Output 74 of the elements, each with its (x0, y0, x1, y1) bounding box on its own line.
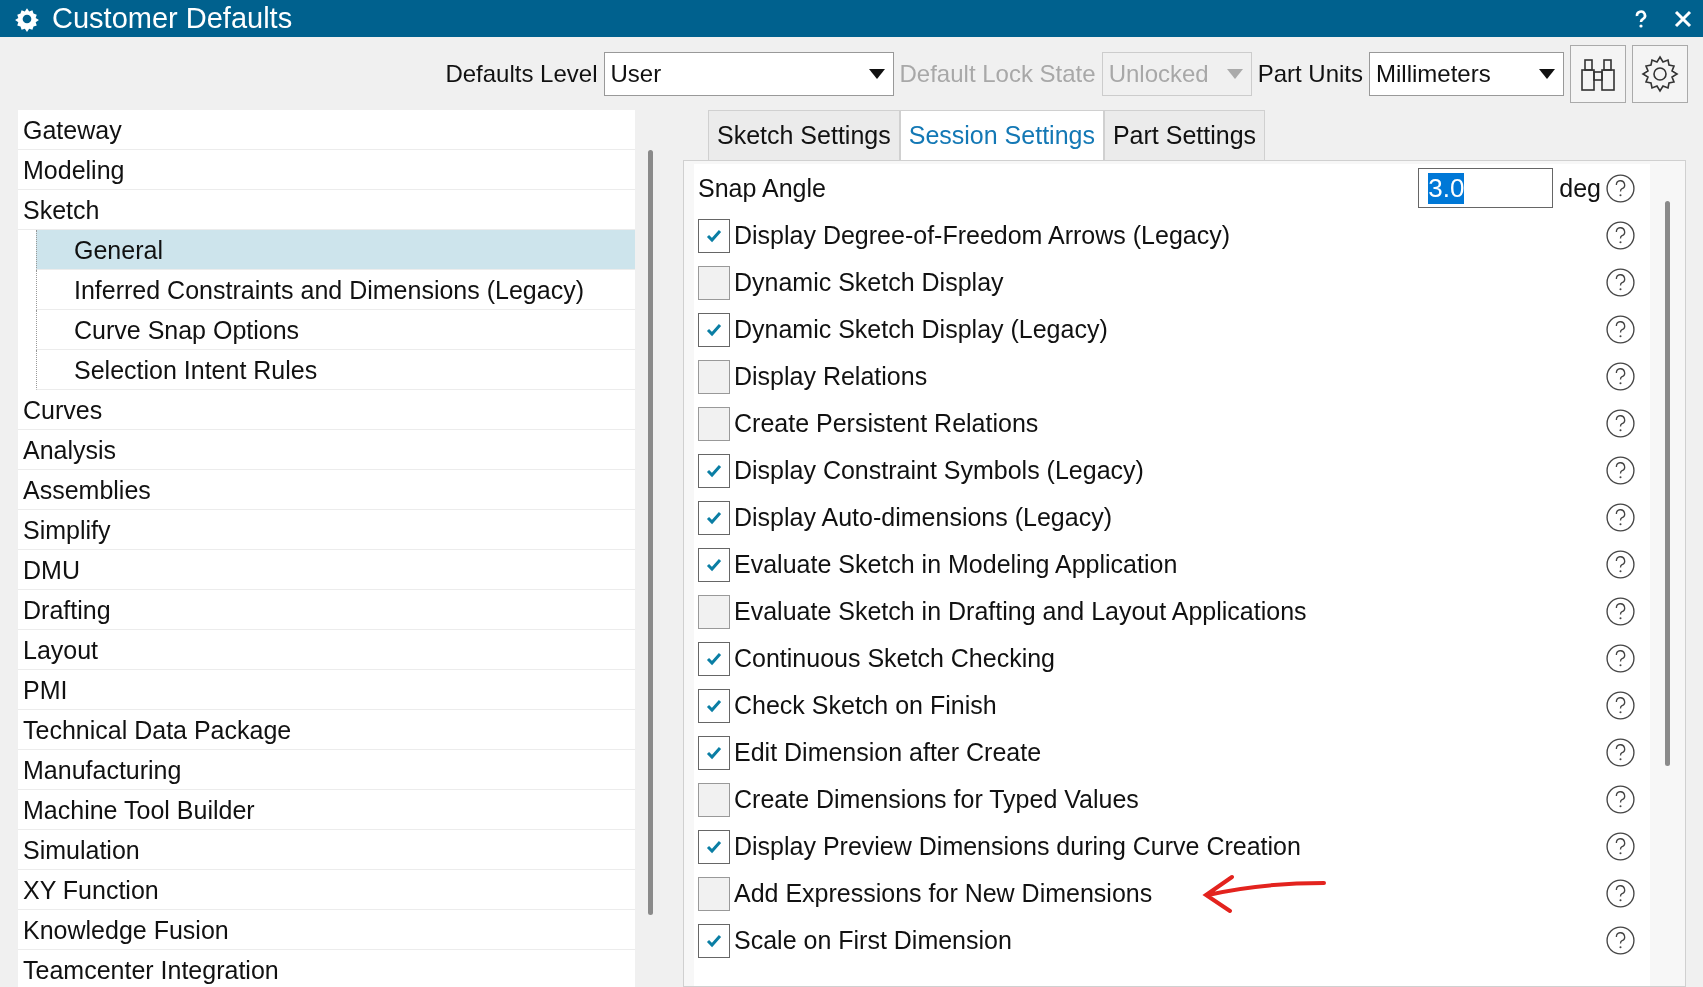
checkbox-label: Evaluate Sketch in Modeling Application (733, 550, 1178, 579)
caret-icon (1539, 68, 1555, 79)
checkbox-label: Scale on First Dimension (733, 926, 1012, 955)
scrollbar-thumb[interactable] (1665, 201, 1670, 766)
tree-item[interactable]: Inferred Constraints and Dimensions (Legacy) (36, 270, 635, 310)
help-icon[interactable] (1605, 361, 1636, 392)
help-icon[interactable] (1605, 549, 1636, 580)
help-icon[interactable] (1605, 596, 1636, 627)
help-icon[interactable] (1605, 220, 1636, 251)
checkbox[interactable] (698, 453, 730, 488)
caret-icon (1226, 68, 1243, 79)
checkbox[interactable] (698, 265, 730, 300)
checkbox-label: Create Persistent Relations (733, 409, 1039, 438)
checkbox[interactable] (698, 641, 730, 676)
tree-item[interactable]: General (36, 230, 635, 270)
checkbox-label: Display Constraint Symbols (Legacy) (733, 456, 1144, 485)
checkbox-label: Dynamic Sketch Display (Legacy) (733, 315, 1108, 344)
checkbox[interactable] (698, 359, 730, 394)
help-icon[interactable] (1605, 172, 1636, 204)
help-icon[interactable] (1605, 737, 1636, 768)
checkbox[interactable] (698, 312, 730, 347)
help-icon[interactable] (1605, 925, 1636, 956)
settings-button[interactable] (1632, 44, 1688, 103)
help-icon[interactable] (1605, 267, 1636, 298)
help-icon[interactable] (1605, 408, 1636, 439)
checkbox-label: Display Relations (733, 362, 928, 391)
help-icon[interactable] (1605, 643, 1636, 674)
checkbox[interactable] (698, 735, 730, 770)
help-icon[interactable] (1605, 502, 1636, 533)
binoculars-button[interactable] (1570, 44, 1626, 103)
checkbox-label: Check Sketch on Finish (733, 691, 997, 720)
checkbox[interactable] (698, 547, 730, 582)
checkbox-label: Evaluate Sketch in Drafting and Layout Applications (733, 597, 1307, 626)
checkbox[interactable] (698, 594, 730, 629)
tab[interactable]: Session Settings (899, 110, 1104, 160)
combo-label: Default Lock State (899, 59, 1096, 88)
combo-label: Part Units (1257, 59, 1363, 88)
checkbox[interactable] (698, 923, 730, 958)
window-title: Customer Defaults (52, 2, 293, 35)
tree-item[interactable]: Selection Intent Rules (36, 350, 635, 390)
checkbox[interactable] (698, 218, 730, 253)
help-icon[interactable] (1605, 878, 1636, 909)
checkbox[interactable] (698, 829, 730, 864)
close-icon[interactable] (1673, 8, 1693, 29)
checkbox-label: Display Preview Dimensions during Curve Creation (733, 832, 1301, 861)
checkbox-label: Edit Dimension after Create (733, 738, 1042, 767)
checkbox-label: Create Dimensions for Typed Values (733, 785, 1139, 814)
checkbox-label: Display Degree-of-Freedom Arrows (Legacy) (733, 221, 1230, 250)
number-field[interactable]: 3.0 (1418, 168, 1554, 208)
tab[interactable]: Part Settings (1103, 110, 1266, 160)
checkbox-label: Continuous Sketch Checking (733, 644, 1056, 673)
checkbox[interactable] (698, 876, 730, 911)
checkbox-label: Add Expressions for New Dimensions (733, 879, 1153, 908)
dropdown[interactable]: Millimeters (1369, 51, 1564, 96)
unit-label: deg (1559, 173, 1601, 203)
checkbox[interactable] (698, 782, 730, 817)
combo-label: Defaults Level (445, 59, 598, 88)
dropdown[interactable]: User (603, 51, 894, 96)
help-icon[interactable] (1605, 455, 1636, 486)
checkbox-label: Display Auto-dimensions (Legacy) (733, 503, 1112, 532)
checkbox[interactable] (698, 500, 730, 535)
checkbox[interactable] (698, 406, 730, 441)
gear-icon (1640, 53, 1680, 94)
checkbox[interactable] (698, 688, 730, 723)
setting-label: Snap Angle (697, 173, 826, 203)
help-icon[interactable] (1605, 690, 1636, 721)
help-icon[interactable] (1605, 831, 1636, 862)
caret-icon (868, 68, 885, 79)
help-icon[interactable] (1605, 784, 1636, 815)
tree-item[interactable]: Curve Snap Options (36, 310, 635, 350)
tab[interactable]: Sketch Settings (708, 110, 900, 160)
help-icon[interactable] (1605, 314, 1636, 345)
checkbox-label: Dynamic Sketch Display (733, 268, 1004, 297)
scrollbar-thumb[interactable] (647, 150, 653, 915)
